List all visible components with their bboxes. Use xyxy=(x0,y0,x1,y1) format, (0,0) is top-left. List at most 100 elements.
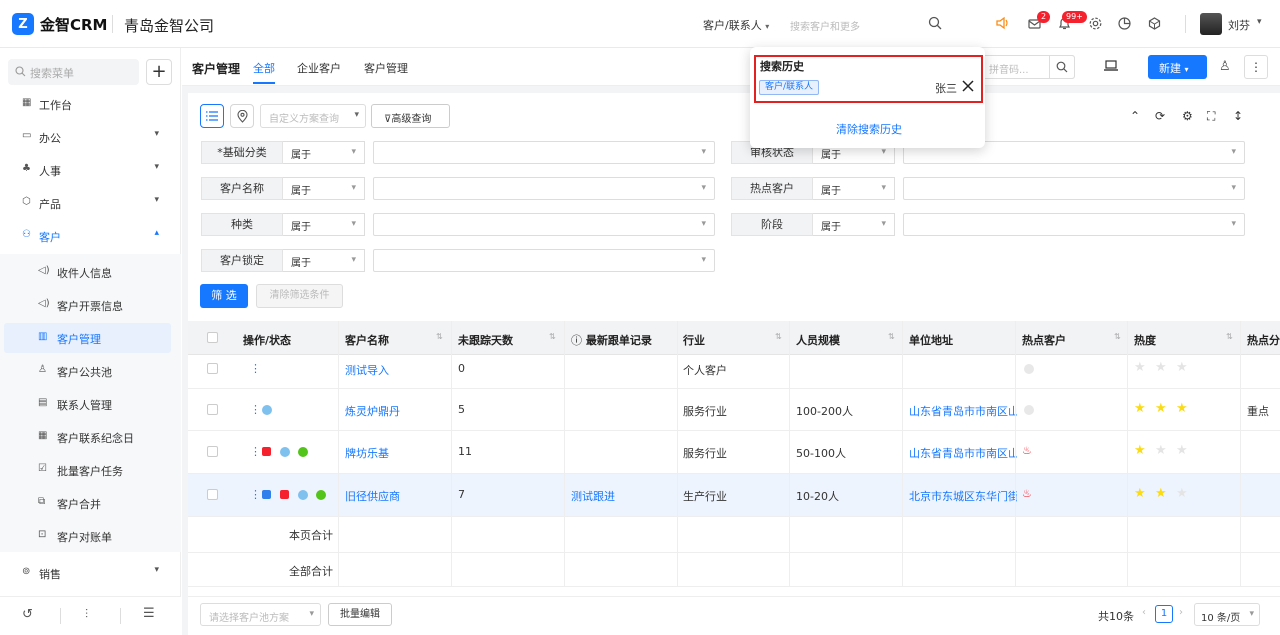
scheme-select[interactable]: 自定义方案查询 ▾ xyxy=(260,104,366,128)
chevron-down-icon[interactable]: ▾ xyxy=(1257,17,1262,27)
filter-value-select[interactable]: ▾ xyxy=(903,213,1245,236)
address-link[interactable]: 山东省青岛市市南区山 xyxy=(909,403,1017,419)
gear-icon[interactable] xyxy=(1086,14,1104,32)
global-search-input[interactable]: 搜索客户和更多 xyxy=(790,18,860,33)
advanced-query-button[interactable]: ⊽高级查询 xyxy=(371,104,450,128)
collapse-up-icon[interactable]: ⌃ xyxy=(1130,109,1140,123)
fullscreen-icon[interactable]: ⛶ xyxy=(1207,109,1215,124)
column-header-scale[interactable]: 人员规模 xyxy=(796,332,840,348)
batch-edit-button[interactable]: 批量编辑 xyxy=(328,603,392,626)
more-actions-icon[interactable]: ⋮ xyxy=(250,362,261,375)
table-row[interactable]: ⋮ 炼灵炉鼎丹 5 服务行业 100-200人 山东省青岛市市南区山 ★ ★ ★… xyxy=(188,389,1280,431)
filter-operator[interactable]: 属于 ▾ xyxy=(283,213,365,236)
filter-operator[interactable]: 属于 ▾ xyxy=(813,177,895,200)
filter-value-select[interactable]: ▾ xyxy=(373,213,715,236)
next-page-icon[interactable]: › xyxy=(1179,607,1183,618)
page-size-select[interactable]: 10 条/页 ▾ xyxy=(1194,603,1260,626)
row-checkbox[interactable] xyxy=(207,489,218,500)
laptop-icon[interactable] xyxy=(1104,60,1118,75)
sidebar-item-workbench[interactable]: ▦ 工作台 xyxy=(0,89,181,119)
more-actions-icon[interactable]: ⋮ xyxy=(250,403,261,416)
sort-icon[interactable]: ⇅ xyxy=(549,332,556,341)
sort-icon[interactable]: ⇅ xyxy=(888,332,895,341)
collapse-menu-icon[interactable]: ☰ xyxy=(143,606,155,621)
row-checkbox[interactable] xyxy=(207,404,218,415)
history-icon[interactable]: ↺ xyxy=(22,607,33,622)
select-all-checkbox[interactable] xyxy=(207,332,218,343)
sidebar-item-sales[interactable]: ⊚ 销售 ▾ xyxy=(0,558,181,588)
gear-icon[interactable]: ⚙ xyxy=(1182,109,1193,123)
filter-value-select[interactable]: ▾ xyxy=(903,177,1245,200)
customer-name-link[interactable]: 牌坊乐基 xyxy=(345,445,389,461)
table-row[interactable]: ⋮ 旧径供应商 7 测试跟进 生产行业 10-20人 北京市东城区东华门街 ♨ … xyxy=(188,474,1280,517)
sort-icon[interactable]: ⇅ xyxy=(436,332,443,341)
table-row[interactable]: ⋮ 牌坊乐基 11 服务行业 50-100人 山东省青岛市市南区山 ♨ ★ ★ … xyxy=(188,431,1280,474)
submenu-item-contacts[interactable]: ▤ 联系人管理 xyxy=(4,389,171,419)
filter-operator[interactable]: 属于 ▾ xyxy=(283,177,365,200)
history-item[interactable]: 张三 xyxy=(935,80,957,96)
sidebar-item-product[interactable]: ⬡ 产品 ▾ xyxy=(0,188,181,218)
clear-history-link[interactable]: 清除搜索历史 xyxy=(836,121,902,137)
more-actions-icon[interactable]: ⋮ xyxy=(250,488,261,501)
filter-operator[interactable]: 属于 ▾ xyxy=(283,249,365,272)
customer-name-link[interactable]: 测试导入 xyxy=(345,362,389,378)
column-header-heat[interactable]: 热度 xyxy=(1134,332,1156,348)
row-checkbox[interactable] xyxy=(207,446,218,457)
submenu-item-anniversary[interactable]: ▦ 客户联系纪念日 xyxy=(4,422,171,452)
tab-all[interactable]: 全部 xyxy=(253,60,275,76)
company-name[interactable]: 青岛金智公司 xyxy=(124,15,214,36)
list-view-button[interactable] xyxy=(200,104,224,128)
pie-chart-icon[interactable] xyxy=(1115,14,1133,32)
cube-icon[interactable] xyxy=(1145,14,1163,32)
pinyin-search-button[interactable] xyxy=(1049,55,1075,79)
add-menu-button[interactable]: + xyxy=(146,59,172,85)
submenu-item-public-pool[interactable]: ♙ 客户公共池 xyxy=(4,356,171,386)
avatar[interactable] xyxy=(1200,13,1222,35)
submenu-item-invoice[interactable]: ◁) 客户开票信息 xyxy=(4,290,171,320)
close-icon[interactable] xyxy=(962,80,974,95)
filter-operator[interactable]: 属于 ▾ xyxy=(283,141,365,164)
tab-customer-management[interactable]: 客户管理 xyxy=(364,60,408,76)
filter-value-select[interactable]: ▾ xyxy=(373,249,715,272)
filter-settings-icon[interactable]: ⫶ xyxy=(85,607,88,622)
submenu-item-recipient[interactable]: ◁) 收件人信息 xyxy=(4,257,171,287)
clear-filter-button[interactable]: 清除筛选条件 xyxy=(256,284,343,308)
apply-filter-button[interactable]: 筛 选 xyxy=(200,284,248,308)
address-link[interactable]: 山东省青岛市市南区山 xyxy=(909,445,1017,461)
submenu-item-merge[interactable]: ⧉ 客户合并 xyxy=(4,488,171,518)
filter-value-select[interactable]: ▾ xyxy=(373,177,715,200)
username[interactable]: 刘芬 xyxy=(1228,17,1250,33)
new-button[interactable]: 新建 ▾ xyxy=(1148,55,1207,79)
sidebar-item-customer[interactable]: ⚇ 客户 ▴ xyxy=(0,221,181,251)
speaker-icon[interactable] xyxy=(994,14,1012,32)
submenu-item-batch-task[interactable]: ☑ 批量客户任务 xyxy=(4,455,171,485)
user-icon[interactable]: ♙ xyxy=(1219,59,1231,74)
sidebar-item-office[interactable]: ▭ 办公 ▾ xyxy=(0,122,181,152)
customer-name-link[interactable]: 旧径供应商 xyxy=(345,488,400,504)
latest-record-link[interactable]: 测试跟进 xyxy=(571,488,615,504)
refresh-icon[interactable]: ⟳ xyxy=(1155,109,1165,123)
column-header-hot[interactable]: 热点客户 xyxy=(1022,332,1066,348)
column-header-industry[interactable]: 行业 xyxy=(683,332,705,348)
page-number[interactable]: 1 xyxy=(1155,605,1173,623)
prev-page-icon[interactable]: ‹ xyxy=(1142,607,1146,618)
filter-value-select[interactable]: ▾ xyxy=(373,141,715,164)
sort-icon[interactable]: ⇅ xyxy=(1226,332,1233,341)
address-link[interactable]: 北京市东城区东华门街 xyxy=(909,488,1017,504)
sort-icon[interactable]: ⇅ xyxy=(775,332,782,341)
row-checkbox[interactable] xyxy=(207,363,218,374)
submenu-item-customer-management[interactable]: ▥ 客户管理 xyxy=(4,323,171,353)
sort-icon[interactable]: ⇅ xyxy=(1114,332,1121,341)
search-icon[interactable] xyxy=(926,14,944,32)
customer-name-link[interactable]: 炼灵炉鼎丹 xyxy=(345,403,400,419)
more-icon[interactable]: ⋮ xyxy=(1244,55,1268,79)
location-button[interactable] xyxy=(230,104,254,128)
filter-operator[interactable]: 属于 ▾ xyxy=(813,213,895,236)
column-header-name[interactable]: 客户名称 xyxy=(345,332,389,348)
pool-scheme-select[interactable]: 请选择客户池方案 ▾ xyxy=(200,603,321,626)
search-type-select[interactable]: 客户/联系人 ▾ xyxy=(703,17,769,33)
more-actions-icon[interactable]: ⋮ xyxy=(250,445,261,458)
column-height-icon[interactable]: ↕ xyxy=(1233,109,1243,123)
sidebar-item-hr[interactable]: ♣ 人事 ▾ xyxy=(0,155,181,185)
menu-search-input[interactable]: 搜索菜单 xyxy=(8,59,139,85)
